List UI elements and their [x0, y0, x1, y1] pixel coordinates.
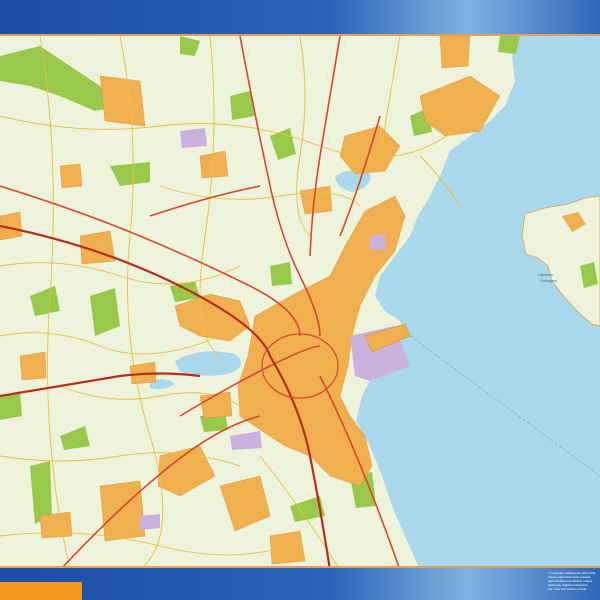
- map-viewport[interactable]: Hjelmsø Kalvøgen: [0, 34, 600, 568]
- sea-label-2: Kalvøgen: [540, 278, 557, 283]
- top-header-band: [0, 0, 600, 34]
- sea-label-1: Hjelmsø: [538, 272, 553, 277]
- orange-accent-tab: [0, 582, 82, 600]
- city-street-map: Hjelmsø Kalvøgen: [0, 36, 600, 566]
- copyright-notice: © Copyright Ottawaguild 1997-2011 These …: [548, 571, 600, 591]
- bottom-footer-band: [0, 568, 600, 600]
- copyright-line: For more information consult: [548, 587, 587, 591]
